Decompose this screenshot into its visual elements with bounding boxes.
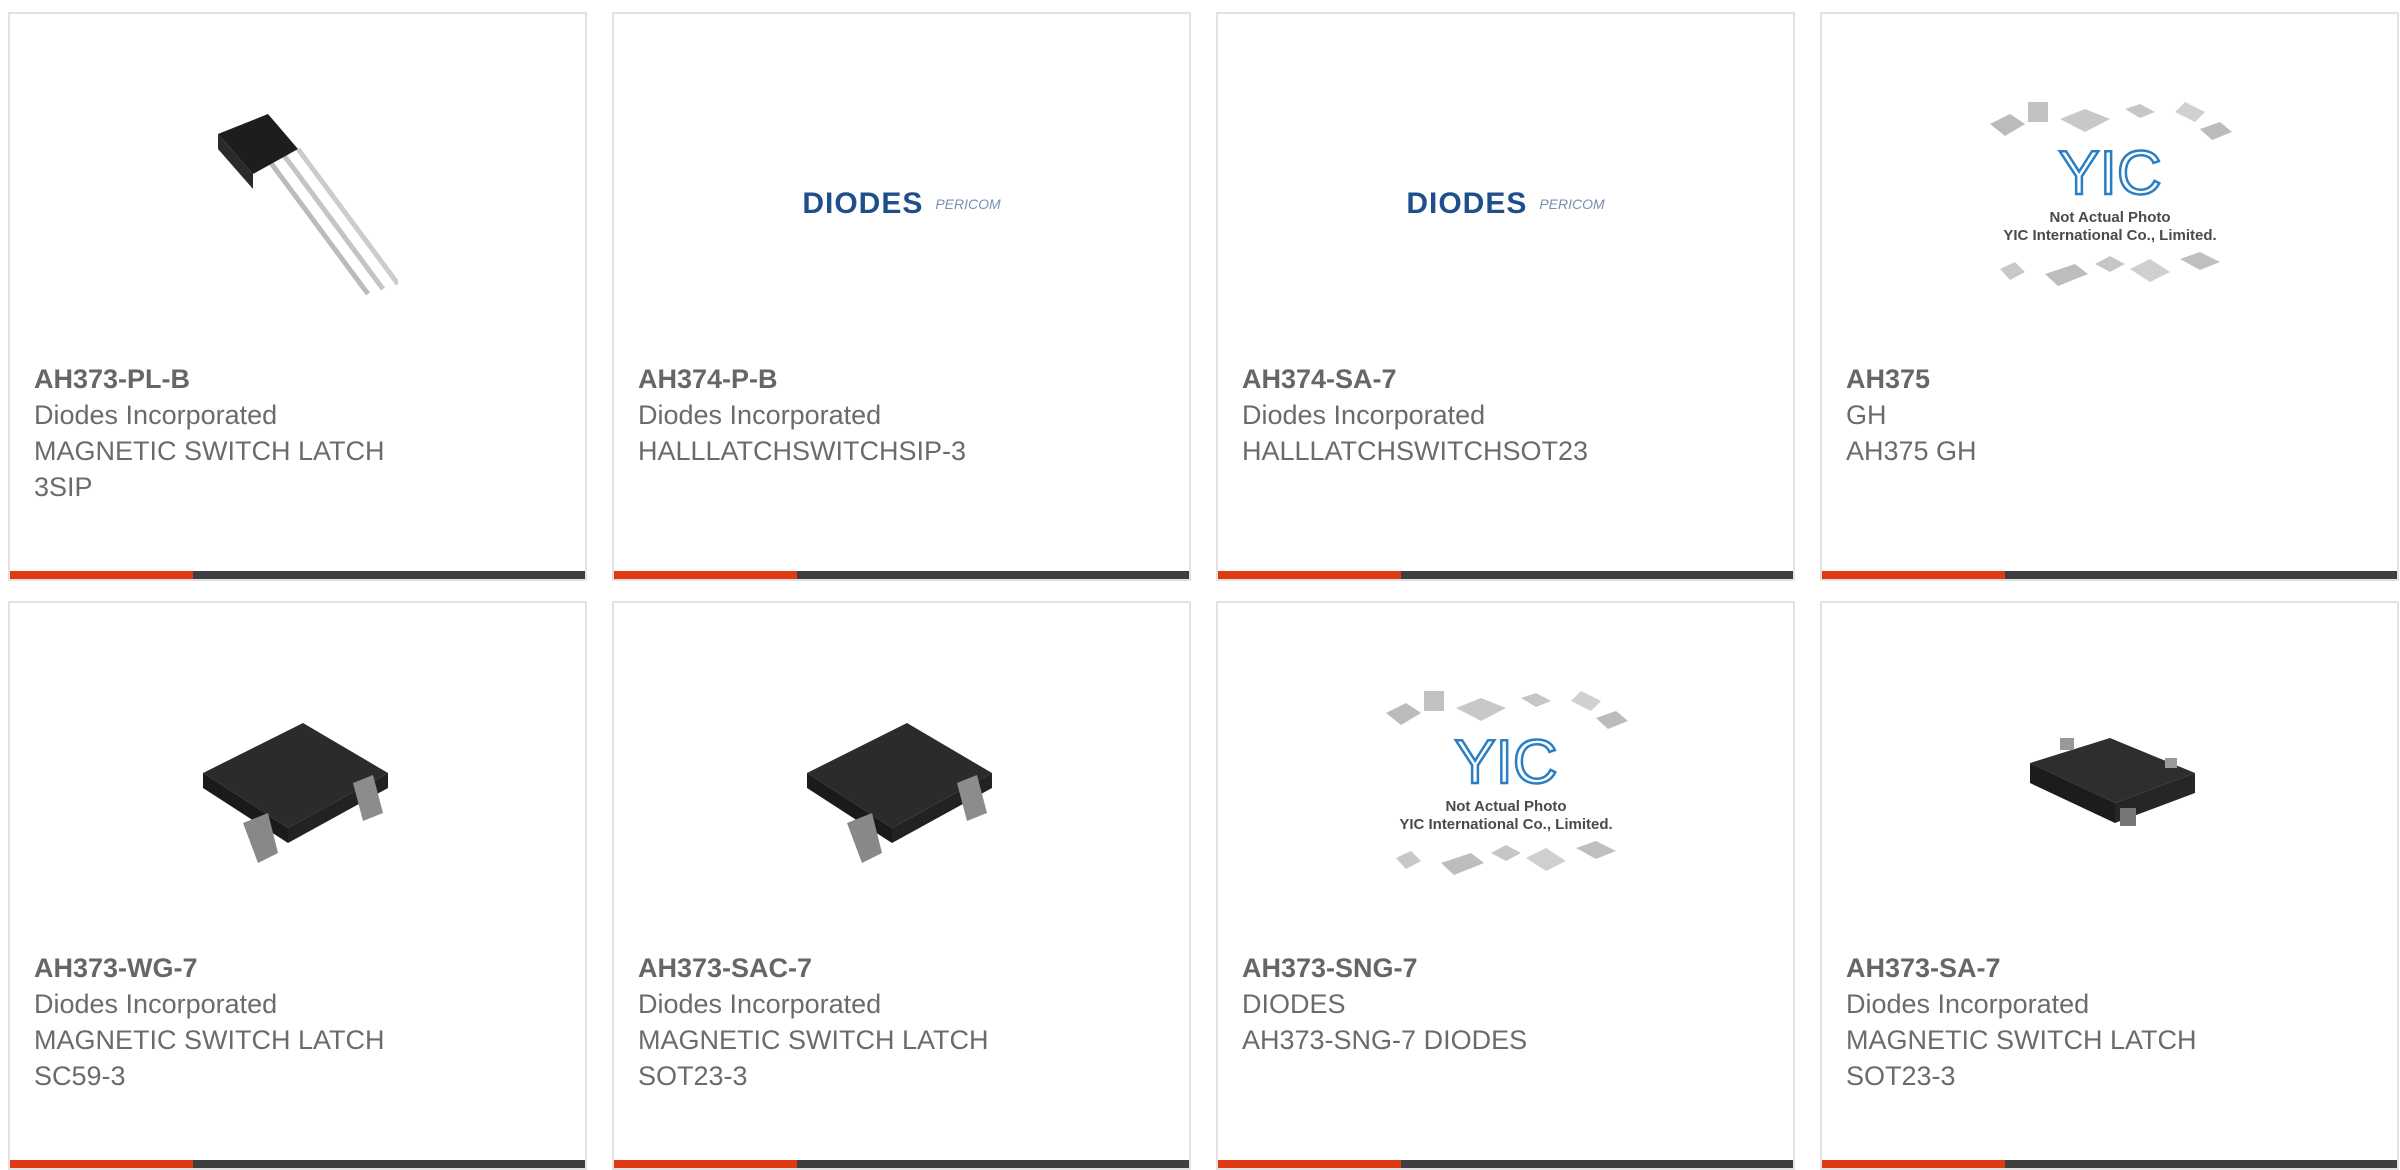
manufacturer: Diodes Incorporated [638,400,882,430]
product-card[interactable]: YIC Not Actual Photo YIC International C… [1216,601,1795,1170]
manufacturer: Diodes Incorporated [34,989,278,1019]
part-number[interactable]: AH375 [1846,361,2377,397]
product-card[interactable]: AH373-WG-7 Diodes Incorporated MAGNETIC … [8,601,587,1170]
part-number[interactable]: AH374-P-B [638,361,1169,397]
product-image[interactable]: YIC Not Actual Photo YIC International C… [1960,74,2260,334]
yic-caption-line1: Not Actual Photo [2049,209,2170,226]
product-image[interactable]: DIODES PERICOM [1356,74,1656,334]
manufacturer: Diodes Incorporated [1242,400,1486,430]
yic-caption-line1: Not Actual Photo [1445,798,1566,815]
description-line2: SOT23-3 [1846,1061,1956,1091]
description-line2: SOT23-3 [638,1061,748,1091]
card-accent [1218,571,1401,579]
product-card[interactable]: AH373-PL-B Diodes Incorporated MAGNETIC … [8,12,587,581]
yic-logo-mark: YIC [2058,139,2161,208]
product-image[interactable] [148,74,448,334]
pericom-logo: PERICOM [935,196,1001,212]
description-line1: AH375 GH [1846,436,1977,466]
diodes-logo: DIODES [802,187,924,220]
yic-logo-mark: YIC [1454,728,1557,797]
product-grid: AH373-PL-B Diodes Incorporated MAGNETIC … [0,0,2400,1170]
manufacturer: GH [1846,400,1887,430]
yic-caption-line2: YIC International Co., Limited. [2003,227,2216,244]
part-number[interactable]: AH374-SA-7 [1242,361,1773,397]
card-accent [1822,571,2005,579]
part-number[interactable]: AH373-SAC-7 [638,950,1169,986]
card-accent [614,571,797,579]
description-line1: HALLLATCHSWITCHSOT23 [1242,436,1589,466]
manufacturer: Diodes Incorporated [34,400,278,430]
description-line2: 3SIP [34,472,93,502]
product-card[interactable]: AH373-SAC-7 Diodes Incorporated MAGNETIC… [612,601,1191,1170]
part-number[interactable]: AH373-SA-7 [1846,950,2377,986]
part-number[interactable]: AH373-PL-B [34,361,565,397]
description-line1: MAGNETIC SWITCH LATCH [34,436,385,466]
product-image[interactable] [148,663,448,923]
product-card[interactable]: DIODES PERICOM AH374-SA-7 Diodes Incorpo… [1216,12,1795,581]
diodes-logo: DIODES [1406,187,1528,220]
product-image[interactable] [752,663,1052,923]
card-footer-bar [1218,571,1793,579]
description-line1: MAGNETIC SWITCH LATCH [638,1025,989,1055]
description-line1: MAGNETIC SWITCH LATCH [1846,1025,2197,1055]
description-line2: SC59-3 [34,1061,126,1091]
pericom-logo: PERICOM [1539,196,1605,212]
product-card[interactable]: AH373-SA-7 Diodes Incorporated MAGNETIC … [1820,601,2399,1170]
product-image[interactable] [1960,663,2260,923]
product-card[interactable]: YIC Not Actual Photo YIC International C… [1820,12,2399,581]
yic-caption-line2: YIC International Co., Limited. [1399,816,1612,833]
product-image[interactable]: DIODES PERICOM [752,74,1052,334]
card-footer-bar [1822,571,2397,579]
card-footer-bar [10,571,585,579]
product-image[interactable]: YIC Not Actual Photo YIC International C… [1356,663,1656,923]
card-footer-bar [614,571,1189,579]
manufacturer: Diodes Incorporated [638,989,882,1019]
manufacturer: Diodes Incorporated [1846,989,2090,1019]
description-line1: MAGNETIC SWITCH LATCH [34,1025,385,1055]
card-accent [10,571,193,579]
description-line1: AH373-SNG-7 DIODES [1242,1025,1528,1055]
part-number[interactable]: AH373-WG-7 [34,950,565,986]
product-card[interactable]: DIODES PERICOM AH374-P-B Diodes Incorpor… [612,12,1191,581]
manufacturer: DIODES [1242,989,1346,1019]
part-number[interactable]: AH373-SNG-7 [1242,950,1773,986]
description-line1: HALLLATCHSWITCHSIP-3 [638,436,967,466]
